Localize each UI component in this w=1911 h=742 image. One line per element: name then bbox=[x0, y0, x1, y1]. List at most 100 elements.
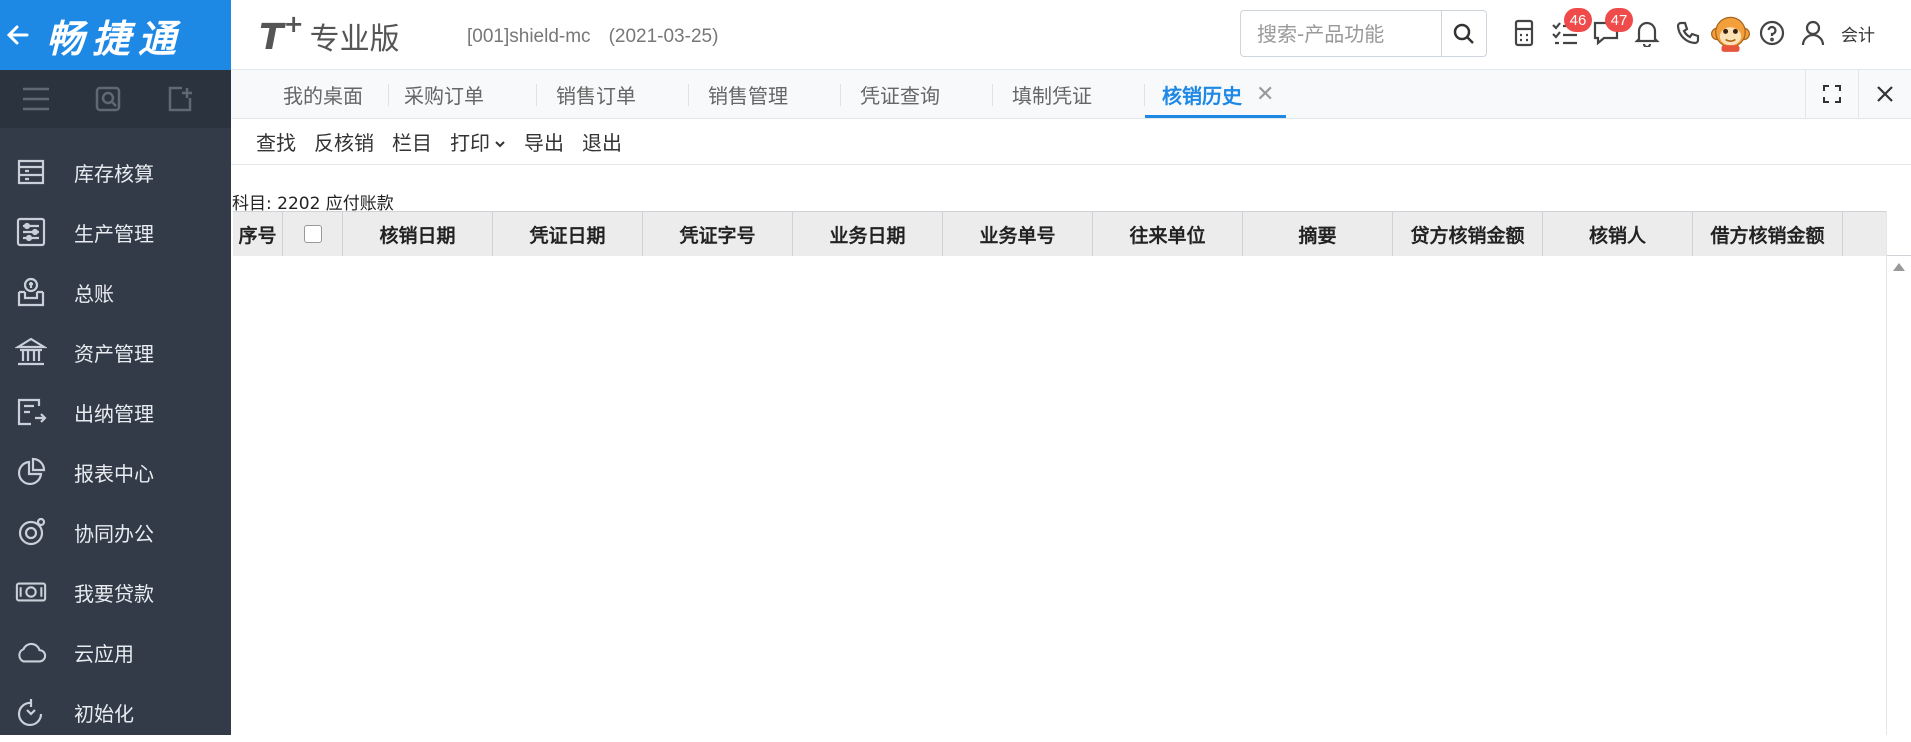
tab-purchase-order[interactable]: 采购订单 bbox=[404, 70, 484, 118]
calculator-icon[interactable] bbox=[1503, 14, 1544, 52]
arrow-left-icon[interactable] bbox=[0, 0, 36, 70]
menu-icon[interactable] bbox=[0, 70, 72, 128]
tab-label: 核销历史 bbox=[1162, 83, 1242, 108]
print-button[interactable]: 打印 bbox=[450, 127, 506, 156]
tab-bar: 我的桌面 采购订单 销售订单 销售管理 凭证查询 填制凭证 核销历史 ✕ bbox=[231, 70, 1911, 119]
user-icon[interactable] bbox=[1792, 14, 1833, 52]
sidebar-item-label: 我要贷款 bbox=[74, 581, 154, 606]
tab-sales-management[interactable]: 销售管理 bbox=[708, 70, 788, 118]
col-verify-date[interactable]: 核销日期 bbox=[343, 212, 493, 256]
tab-separator bbox=[536, 84, 537, 106]
sidebar-item-ledger[interactable]: 总账 bbox=[0, 262, 231, 322]
tab-verification-history[interactable]: 核销历史 ✕ bbox=[1145, 70, 1287, 118]
product-name: T+ bbox=[259, 10, 304, 58]
sidebar-item-label: 报表中心 bbox=[74, 461, 154, 486]
col-debit-amount[interactable]: 借方核销金额 bbox=[1693, 212, 1843, 256]
sidebar-item-label: 库存核算 bbox=[74, 161, 154, 186]
account-name: [001]shield-mc bbox=[467, 26, 591, 47]
col-more[interactable] bbox=[1843, 212, 1886, 256]
close-tab-icon[interactable]: ✕ bbox=[1256, 82, 1274, 107]
tab-separator bbox=[388, 84, 389, 106]
col-voucher-date[interactable]: 凭证日期 bbox=[493, 212, 643, 256]
ledger-icon bbox=[15, 276, 47, 308]
search-input[interactable] bbox=[1255, 20, 1439, 47]
sidebar-item-label: 总账 bbox=[74, 281, 114, 306]
tab-tools bbox=[1805, 70, 1911, 118]
exit-button[interactable]: 退出 bbox=[582, 127, 622, 156]
sidebar-item-label: 资产管理 bbox=[74, 341, 154, 366]
col-index[interactable]: 序号 bbox=[233, 212, 283, 256]
col-verifier[interactable]: 核销人 bbox=[1543, 212, 1693, 256]
sidebar-item-init[interactable]: 初始化 bbox=[0, 682, 231, 742]
tab-separator bbox=[840, 84, 841, 106]
sidebar-item-label: 出纳管理 bbox=[74, 401, 154, 426]
avatar[interactable] bbox=[1710, 14, 1751, 52]
collab-icon bbox=[15, 516, 47, 548]
cash-icon bbox=[15, 576, 47, 608]
col-business-date[interactable]: 业务日期 bbox=[793, 212, 943, 256]
grid-body bbox=[233, 256, 1886, 735]
sidebar-item-loan[interactable]: 我要贷款 bbox=[0, 562, 231, 622]
product-logo: T+ 专业版 bbox=[259, 10, 400, 58]
close-all-icon[interactable] bbox=[1858, 70, 1911, 118]
message-icon[interactable]: 47 bbox=[1585, 8, 1633, 52]
col-voucher-number[interactable]: 凭证字号 bbox=[643, 212, 793, 256]
sidebar-item-label: 协同办公 bbox=[74, 521, 154, 546]
refresh-icon bbox=[15, 696, 47, 728]
tab-fill-voucher[interactable]: 填制凭证 bbox=[1012, 70, 1092, 118]
brand-name: 畅捷通 bbox=[46, 15, 185, 61]
bank-icon bbox=[15, 336, 47, 368]
account-info: [001]shield-mc (2021-03-25) bbox=[467, 26, 718, 48]
tab-desktop[interactable]: 我的桌面 bbox=[283, 70, 363, 118]
inventory-icon bbox=[15, 156, 47, 188]
scroll-up-icon[interactable] bbox=[1893, 263, 1905, 271]
tab-separator bbox=[688, 84, 689, 106]
select-all-checkbox-cell[interactable] bbox=[283, 212, 343, 256]
sidebar-item-cashier[interactable]: 出纳管理 bbox=[0, 382, 231, 442]
col-credit-amount[interactable]: 贷方核销金额 bbox=[1393, 212, 1543, 256]
find-button[interactable]: 查找 bbox=[256, 127, 296, 156]
tab-separator bbox=[992, 84, 993, 106]
search-icon[interactable] bbox=[1441, 11, 1486, 56]
search-box bbox=[1240, 10, 1487, 57]
sidebar-item-cloud[interactable]: 云应用 bbox=[0, 622, 231, 682]
grid-header: 序号 核销日期 凭证日期 凭证字号 业务日期 业务单号 往来单位 摘要 贷方核销… bbox=[233, 211, 1886, 257]
print-label: 打印 bbox=[450, 131, 490, 155]
help-icon[interactable] bbox=[1751, 14, 1792, 52]
top-header: T+ 专业版 [001]shield-mc (2021-03-25) 46 47 bbox=[231, 0, 1911, 70]
sidebar-item-reports[interactable]: 报表中心 bbox=[0, 442, 231, 502]
select-all-checkbox[interactable] bbox=[303, 225, 322, 243]
production-icon bbox=[15, 216, 47, 248]
vertical-scrollbar[interactable] bbox=[1886, 211, 1911, 735]
col-business-doc[interactable]: 业务单号 bbox=[943, 212, 1093, 256]
col-partner[interactable]: 往来单位 bbox=[1093, 212, 1243, 256]
sidebar-item-production[interactable]: 生产管理 bbox=[0, 202, 231, 262]
chevron-down-icon bbox=[494, 130, 506, 154]
login-date: (2021-03-25) bbox=[608, 26, 719, 47]
fullscreen-icon[interactable] bbox=[1805, 70, 1858, 118]
header-icons: 46 47 会计 bbox=[1503, 8, 1875, 52]
export-button[interactable]: 导出 bbox=[524, 127, 564, 156]
unverify-button[interactable]: 反核销 bbox=[314, 127, 374, 156]
sidebar-item-collab[interactable]: 协同办公 bbox=[0, 502, 231, 562]
tab-sales-order[interactable]: 销售订单 bbox=[556, 70, 636, 118]
task-list-icon[interactable]: 46 bbox=[1544, 8, 1592, 52]
search-function-icon[interactable] bbox=[72, 70, 144, 128]
columns-button[interactable]: 栏目 bbox=[392, 127, 432, 156]
sidebar-item-label: 生产管理 bbox=[74, 221, 154, 246]
bell-icon[interactable] bbox=[1626, 14, 1667, 52]
sidebar-toolbar bbox=[0, 70, 231, 128]
user-role[interactable]: 会计 bbox=[1841, 21, 1875, 46]
sidebar-item-inventory[interactable]: 库存核算 bbox=[0, 142, 231, 202]
cashier-icon bbox=[15, 396, 47, 428]
toolbar: 查找 反核销 栏目 打印 导出 退出 bbox=[231, 119, 1911, 165]
sidebar-item-assets[interactable]: 资产管理 bbox=[0, 322, 231, 382]
scrollbar-corner bbox=[1887, 211, 1911, 256]
phone-icon[interactable] bbox=[1667, 14, 1708, 52]
tab-voucher-query[interactable]: 凭证查询 bbox=[860, 70, 940, 118]
cloud-icon bbox=[15, 636, 47, 668]
col-summary[interactable]: 摘要 bbox=[1243, 212, 1393, 256]
product-edition: 专业版 bbox=[309, 22, 400, 57]
brand-logo[interactable]: 畅捷通 bbox=[0, 0, 231, 70]
add-shortcut-icon[interactable] bbox=[144, 70, 216, 128]
